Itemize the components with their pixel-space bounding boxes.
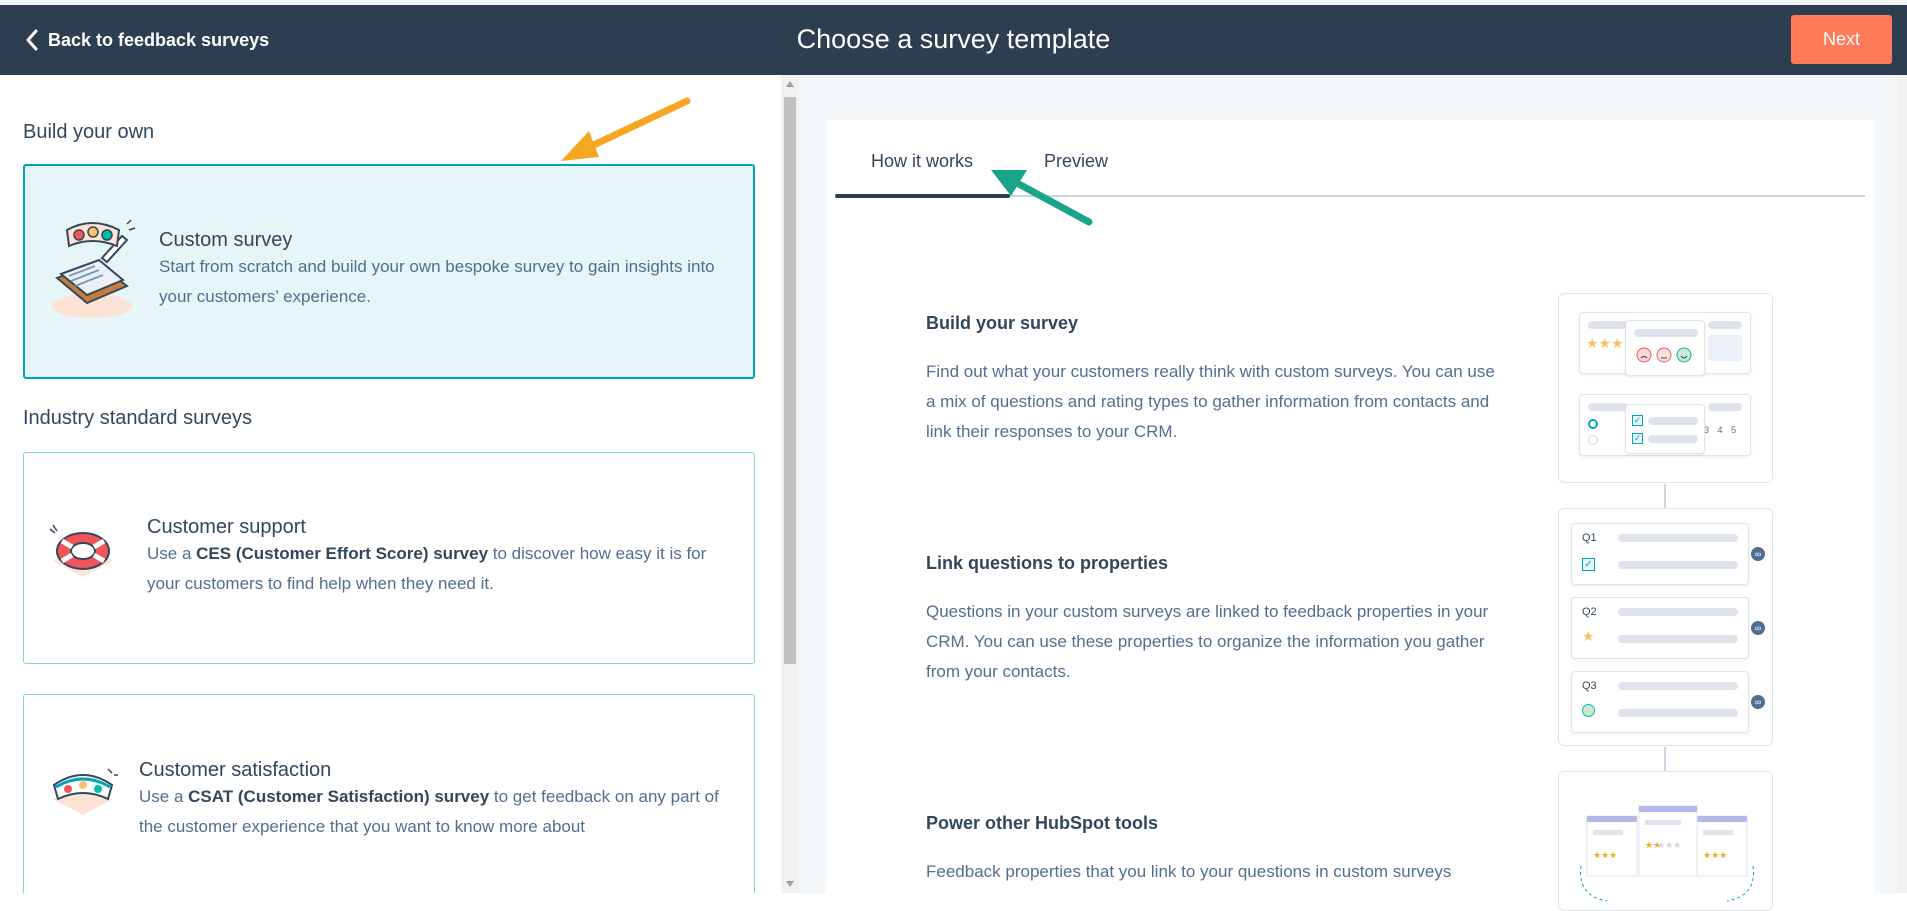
svg-text:★★★: ★★★	[1703, 850, 1727, 860]
emoji-card	[1625, 320, 1705, 376]
q1-label: Q1	[1582, 532, 1597, 544]
placeholder-bar	[1618, 682, 1738, 690]
question-card-q3: Q3	[1571, 671, 1749, 733]
placeholder-bar	[1588, 321, 1628, 329]
step-link-questions-title: Link questions to properties	[926, 553, 1169, 573]
step-build-survey-description: Find out what your customers really thin…	[926, 362, 1495, 441]
graphic-connector	[1664, 747, 1666, 771]
custom-survey-title: Custom survey	[159, 229, 293, 251]
industry-standard-heading: Industry standard surveys	[23, 407, 252, 429]
active-tab-indicator	[835, 194, 1010, 198]
graphic-connector	[1664, 484, 1666, 508]
top-strip	[0, 0, 1907, 5]
build-survey-graphic: ★★★ 3 4 5 ✓ ✓	[1558, 293, 1773, 483]
placeholder-bar	[1588, 403, 1628, 411]
step-power-tools-description: Feedback properties that you link to you…	[926, 862, 1452, 881]
customer-support-card[interactable]: Customer support Use a CES (Customer Eff…	[23, 452, 755, 664]
checkbox-card: ✓ ✓	[1625, 404, 1705, 454]
q2-label: Q2	[1582, 606, 1597, 618]
next-button[interactable]: Next	[1791, 15, 1892, 64]
annotation-arrow-orange	[561, 97, 691, 161]
left-scrollbar[interactable]	[781, 75, 799, 893]
right-scrollbar[interactable]	[1897, 75, 1907, 893]
reports-illustration: ★★★ ★★ ★★★ ★★★	[1580, 805, 1754, 902]
power-tools-graphic: ★★★ ★★ ★★★ ★★★	[1558, 771, 1773, 911]
step-build-survey-title: Build your survey	[926, 313, 1079, 333]
template-list-pane: Build your own Custom survey Start from …	[0, 75, 781, 893]
smiley-icon	[1582, 704, 1595, 717]
placeholder-bar	[1618, 608, 1738, 616]
step-power-tools-title: Power other HubSpot tools	[926, 813, 1158, 833]
star-rating-icon: ★★★	[1586, 335, 1624, 351]
custom-survey-illustration	[52, 219, 136, 318]
placeholder-bar	[1618, 534, 1738, 542]
checkbox-checked-icon: ✓	[1632, 415, 1643, 426]
top-bar: Back to feedback surveys Choose a survey…	[0, 0, 1907, 75]
tab-how-it-works[interactable]: How it works	[871, 151, 973, 172]
placeholder-bar	[1708, 321, 1742, 329]
link-chip-icon: ∞	[1751, 621, 1765, 635]
placeholder-bar	[1648, 435, 1698, 443]
placeholder-bar	[1618, 635, 1738, 643]
placeholder-bar	[1708, 403, 1742, 411]
q3-label: Q3	[1582, 680, 1597, 692]
customer-satisfaction-card[interactable]: Customer satisfaction Use a CSAT (Custom…	[23, 694, 755, 893]
customer-satisfaction-description: Use a CSAT (Customer Satisfaction) surve…	[139, 787, 719, 836]
page-title: Choose a survey template	[796, 24, 1111, 54]
step-link-questions-description: Questions in your custom surveys are lin…	[926, 602, 1489, 681]
build-your-own-heading: Build your own	[23, 121, 155, 143]
svg-text:★★★: ★★★	[1593, 850, 1617, 860]
customer-support-description: Use a CES (Customer Effort Score) survey…	[147, 544, 707, 593]
star-icon: ★	[1582, 628, 1595, 644]
lifebuoy-illustration	[49, 524, 113, 577]
placeholder-block	[1708, 335, 1742, 361]
customer-satisfaction-title: Customer satisfaction	[139, 759, 332, 781]
annotation-arrow-green	[991, 170, 1093, 226]
customer-support-title: Customer support	[147, 516, 306, 538]
link-chip-icon: ∞	[1751, 547, 1765, 561]
custom-survey-description: Start from scratch and build your own be…	[159, 257, 715, 306]
checkbox-checked-icon: ✓	[1632, 433, 1643, 444]
rating-numbers: 3 4 5	[1704, 425, 1740, 435]
placeholder-bar	[1634, 329, 1698, 337]
placeholder-bar	[1648, 417, 1698, 425]
link-chip-icon: ∞	[1751, 695, 1765, 709]
radio-selected-icon	[1588, 419, 1598, 429]
emoji-faces-icon	[1636, 347, 1692, 363]
radio-empty-icon	[1588, 435, 1598, 445]
svg-text:★★★: ★★★	[1657, 840, 1681, 850]
custom-survey-card[interactable]: Custom survey Start from scratch and bui…	[23, 164, 755, 379]
placeholder-bar	[1618, 709, 1738, 717]
link-questions-graphic: Q1 ✓ ∞ Q2 ★ ∞ Q3 ∞	[1558, 508, 1773, 746]
left-scrollbar-thumb[interactable]	[784, 97, 796, 664]
checkbox-checked-icon: ✓	[1582, 558, 1595, 571]
question-card-q2: Q2 ★	[1571, 597, 1749, 659]
scroll-up-arrow-icon[interactable]	[786, 81, 794, 87]
rating-illustration	[52, 768, 118, 815]
scroll-down-arrow-icon[interactable]	[786, 881, 794, 887]
question-card-q1: Q1 ✓	[1571, 523, 1749, 585]
placeholder-bar	[1618, 561, 1738, 569]
